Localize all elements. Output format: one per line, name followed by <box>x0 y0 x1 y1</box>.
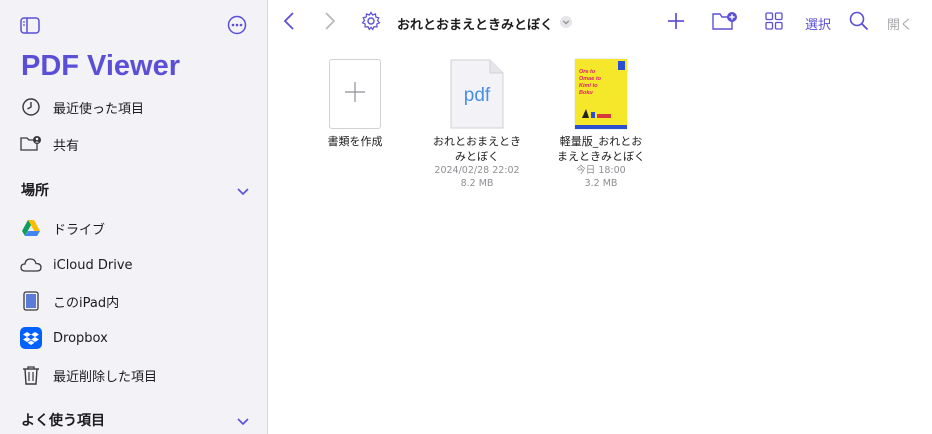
file-name: 軽量版_おれとお まえときみとぼく <box>557 135 645 163</box>
settings-button[interactable] <box>361 11 381 35</box>
sidebar-item-label: 共有 <box>53 138 80 154</box>
create-thumb <box>327 58 383 130</box>
sidebar-item-recents[interactable]: 最近使った項目 <box>20 93 144 121</box>
file-size: 3.2 MB <box>584 178 618 189</box>
sidebar-item-on-my-ipad[interactable]: このiPad内 <box>20 287 119 315</box>
google-drive-icon <box>20 217 42 239</box>
create-document-tile[interactable]: 書類を作成 <box>300 58 410 149</box>
sidebar-item-label: Dropbox <box>53 330 108 346</box>
view-mode-button[interactable] <box>765 11 783 35</box>
dropbox-icon <box>20 327 42 349</box>
sidebar-item-label: iCloud Drive <box>53 257 133 273</box>
search-button[interactable] <box>849 11 869 35</box>
search-icon <box>849 11 869 35</box>
back-chevron-icon <box>283 12 295 34</box>
more-ellipsis-icon[interactable] <box>225 13 249 37</box>
file-date: 今日 18:00 <box>576 165 626 176</box>
sidebar-toggle-icon[interactable] <box>18 13 42 37</box>
new-document-button[interactable] <box>667 11 685 35</box>
select-label: 選択 <box>805 17 832 33</box>
chevron-down-icon <box>237 411 249 430</box>
sidebar-item-icloud-drive[interactable]: iCloud Drive <box>20 251 133 279</box>
app-title: PDF Viewer <box>21 50 181 82</box>
gear-icon <box>361 11 381 35</box>
grid-view-icon <box>765 12 783 34</box>
file-item[interactable]: Ore to Omae to Kimi to Boku 軽量版_おれとお まえと… <box>546 58 656 190</box>
create-box <box>329 59 381 129</box>
folder-title-menu[interactable]: おれとおまえときみとぼく <box>397 11 573 35</box>
plus-icon <box>667 12 685 34</box>
clock-icon <box>20 96 42 118</box>
cover-bottom-bar <box>575 125 627 129</box>
sidebar-item-label: 最近削除した項目 <box>53 369 158 385</box>
sidebar-item-recently-deleted[interactable]: 最近削除した項目 <box>20 361 157 389</box>
cover-art-icon <box>582 109 611 118</box>
select-button[interactable]: 選択 <box>805 11 831 35</box>
file-thumbnail: Ore to Omae to Kimi to Boku <box>573 58 629 130</box>
sidebar-top-bar <box>18 12 249 38</box>
cover-title: Ore to Omae to Kimi to Boku <box>579 69 602 96</box>
locations-section-header[interactable]: 場所 <box>21 178 249 202</box>
open-label: 開く <box>887 17 914 33</box>
sidebar: PDF Viewer 最近使った項目 共有 場所 ドライブ iCloud Dri… <box>0 0 268 434</box>
ipad-icon <box>20 290 42 312</box>
file-name: おれとおまえとき みとぼく <box>433 135 521 163</box>
plus-icon <box>344 81 366 107</box>
sidebar-item-label: 最近使った項目 <box>53 101 145 117</box>
toolbar: おれとおまえときみとぼく 選択 開く <box>269 0 932 46</box>
section-title: 場所 <box>21 183 49 199</box>
file-size: 8.2 MB <box>460 178 494 189</box>
sidebar-item-shared[interactable]: 共有 <box>20 130 79 158</box>
open-button[interactable]: 開く <box>887 11 913 35</box>
shared-folder-icon <box>20 133 42 155</box>
new-folder-icon <box>712 11 738 35</box>
file-date: 2024/02/28 22:02 <box>434 165 520 176</box>
new-folder-button[interactable] <box>712 11 738 35</box>
back-button[interactable] <box>283 11 295 35</box>
sidebar-item-dropbox[interactable]: Dropbox <box>20 324 108 352</box>
cloud-icon <box>20 254 42 276</box>
file-item[interactable]: pdf おれとおまえとき みとぼく 2024/02/28 22:02 8.2 M… <box>422 58 532 190</box>
chevron-down-circle-icon <box>559 14 573 33</box>
forward-button[interactable] <box>324 11 336 35</box>
forward-chevron-icon <box>324 12 336 34</box>
pdf-document-icon: pdf <box>450 59 504 129</box>
section-title: よく使う項目 <box>21 413 105 429</box>
cover-tag <box>618 61 625 70</box>
chevron-down-icon <box>237 181 249 200</box>
sidebar-item-label: ドライブ <box>53 222 106 238</box>
sidebar-item-google-drive[interactable]: ドライブ <box>20 214 105 242</box>
pdf-label: pdf <box>463 85 491 106</box>
file-thumbnail: pdf <box>449 58 505 130</box>
sidebar-item-label: このiPad内 <box>53 295 120 311</box>
file-name: 書類を作成 <box>327 135 383 148</box>
folder-title: おれとおまえときみとぼく <box>397 17 554 33</box>
book-cover-thumbnail: Ore to Omae to Kimi to Boku <box>575 59 627 129</box>
trash-icon <box>20 364 42 386</box>
favorites-section-header[interactable]: よく使う項目 <box>21 408 249 432</box>
